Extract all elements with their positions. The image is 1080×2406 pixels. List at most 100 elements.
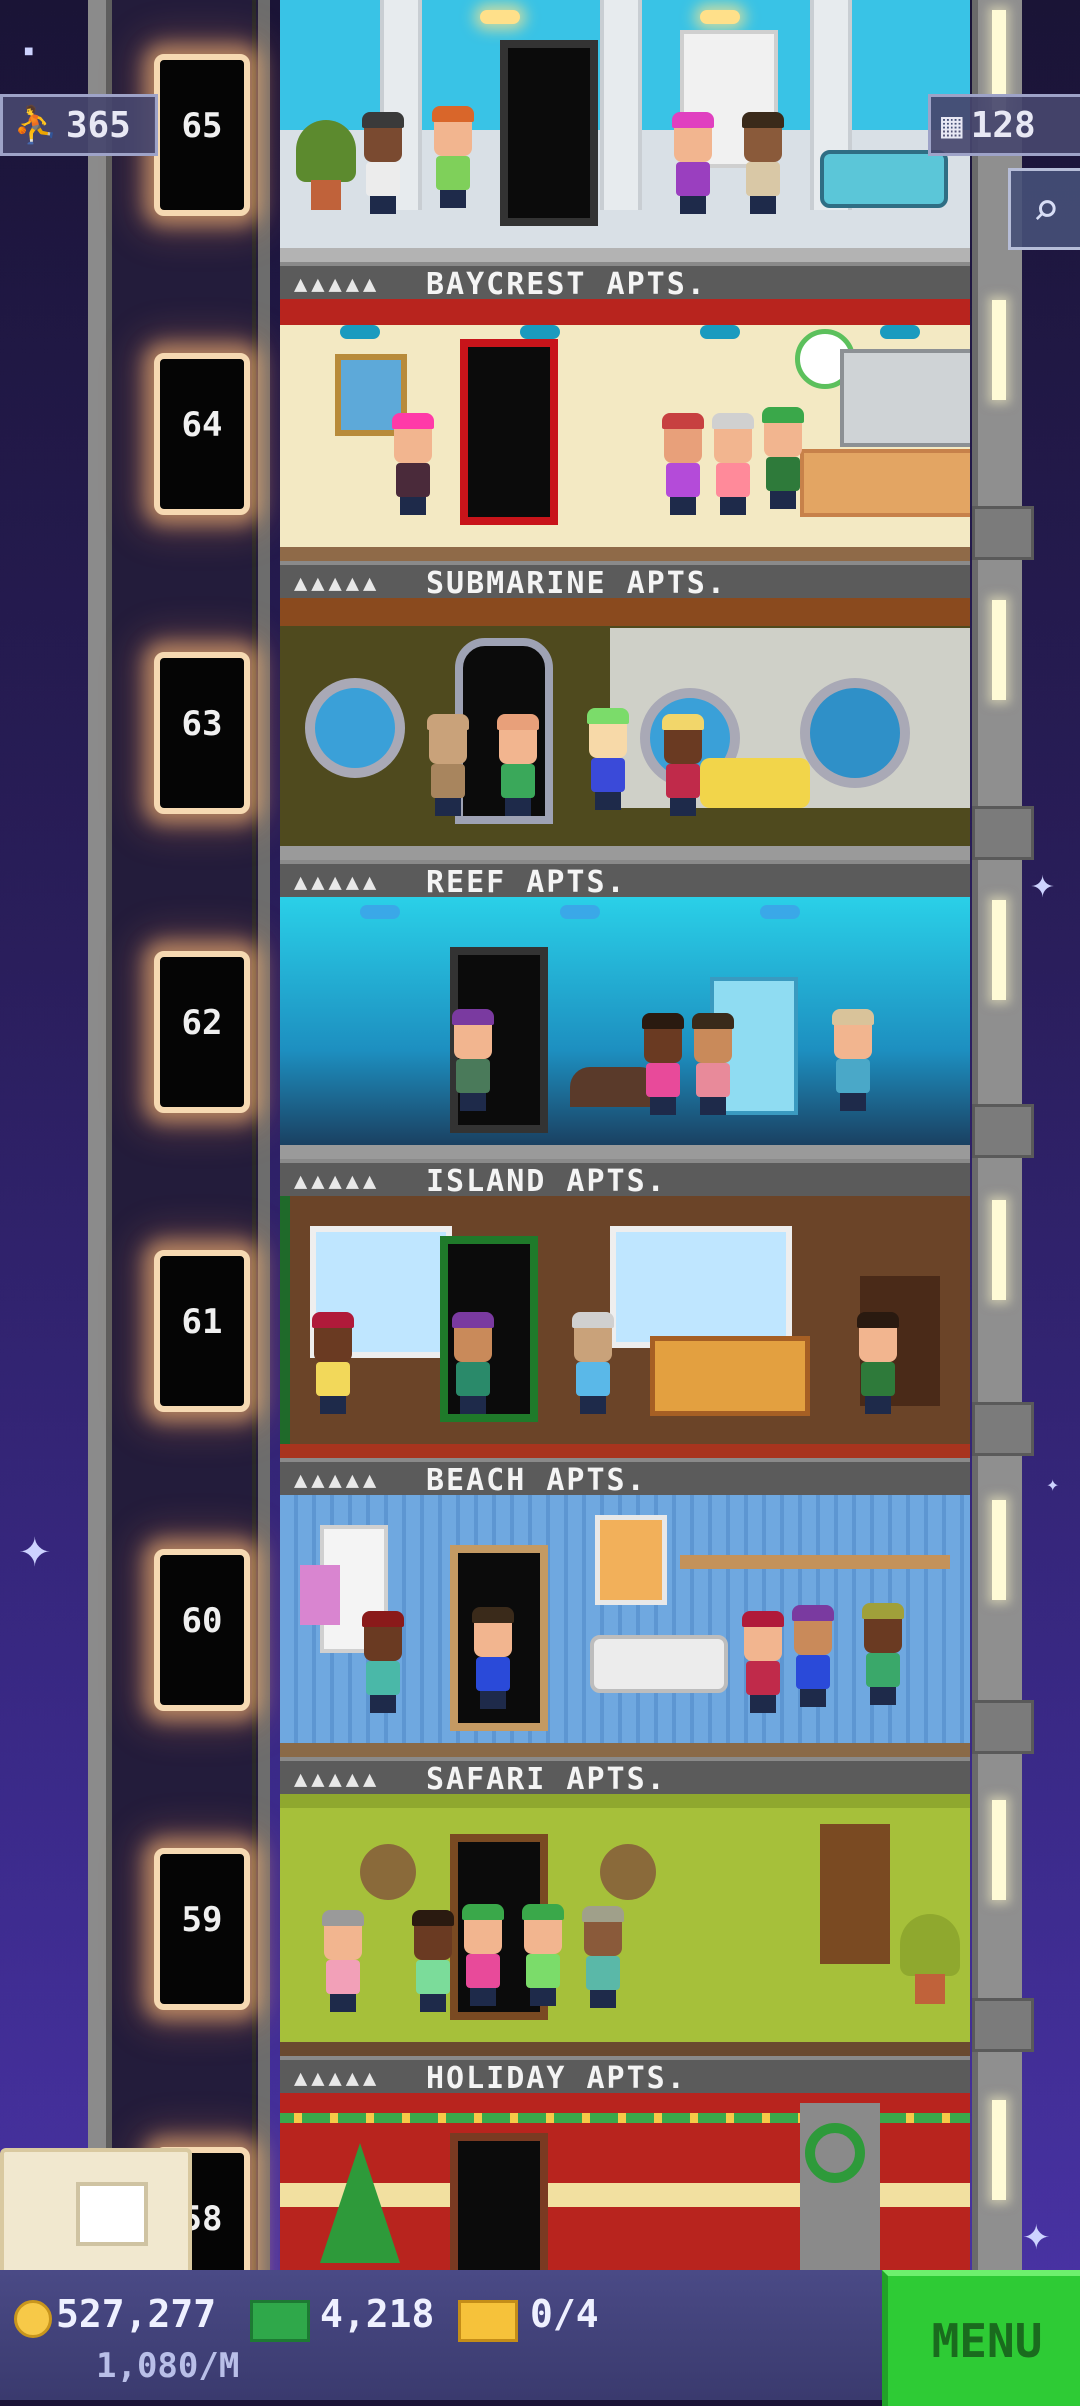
sofa: [590, 1635, 728, 1693]
coin-icon: [14, 2300, 52, 2338]
population-counter[interactable]: ⛹ 365: [0, 94, 158, 156]
floor-sign: ▲▲▲▲▲ BAYCREST APTS.: [280, 262, 970, 303]
wreath: [805, 2123, 865, 2183]
resident-slots-icon: ▲▲▲▲▲: [294, 1767, 381, 1792]
hanging-lamp: [700, 325, 740, 339]
resident[interactable]: [360, 1611, 406, 1713]
ticket-icon: [458, 2300, 518, 2342]
resident[interactable]: [790, 1605, 836, 1707]
floor-61[interactable]: ▲▲▲▲▲ BEACH APTS.: [280, 1196, 970, 1499]
resident[interactable]: [740, 1611, 786, 1713]
rail-light: [992, 900, 1006, 1000]
elevator-stop-64[interactable]: 64: [148, 335, 266, 525]
elevator-stop-59[interactable]: 59: [148, 1830, 266, 2020]
rail-light: [992, 300, 1006, 400]
floor-name: REEF APTS.: [426, 865, 627, 900]
rail-light: [992, 1800, 1006, 1900]
floor-sign: ▲▲▲▲▲ REEF APTS.: [280, 860, 970, 901]
resident[interactable]: [390, 413, 436, 515]
hanging-lamp: [520, 325, 560, 339]
floor-60[interactable]: ▲▲▲▲▲ SAFARI APTS.: [280, 1495, 970, 1798]
resident[interactable]: [740, 112, 786, 214]
wood-beam: [280, 598, 970, 626]
wall-shelf: [680, 1555, 950, 1569]
wall-mask: [360, 1844, 416, 1900]
resident[interactable]: [860, 1603, 906, 1705]
room-interior: [280, 897, 970, 1153]
resident[interactable]: [320, 1910, 366, 2012]
resident[interactable]: [450, 1009, 496, 1111]
elevator-stop-65[interactable]: 65: [148, 36, 266, 226]
resident[interactable]: [430, 106, 476, 208]
column: [600, 0, 642, 210]
resident[interactable]: [670, 112, 716, 214]
ceiling-lamp: [760, 905, 800, 919]
hanging-lamp: [880, 325, 920, 339]
resident[interactable]: [690, 1013, 736, 1115]
resident[interactable]: [460, 1904, 506, 2006]
floor-name: ISLAND APTS.: [426, 1164, 667, 1199]
resident[interactable]: [760, 407, 806, 509]
potted-plant: [900, 1914, 960, 2004]
stash-button[interactable]: [0, 2148, 192, 2278]
elevator-stop-61[interactable]: 61: [148, 1232, 266, 1422]
resident[interactable]: [520, 1904, 566, 2006]
menu-button[interactable]: MENU: [882, 2270, 1080, 2406]
wall-mask: [600, 1844, 656, 1900]
resident[interactable]: [640, 1013, 686, 1115]
resident[interactable]: [410, 1910, 456, 2012]
resident[interactable]: [855, 1312, 901, 1414]
room-interior: [280, 1196, 970, 1452]
star-decoration: ✦: [1022, 2218, 1051, 2258]
building-icon: ▦: [941, 104, 963, 146]
floor-strip: [280, 1145, 970, 1159]
floor-name: SAFARI APTS.: [426, 1762, 667, 1797]
resident[interactable]: [450, 1312, 496, 1414]
floor-counter[interactable]: ▦ 128: [928, 94, 1080, 156]
ceiling-lamp: [360, 905, 400, 919]
elevator-floor-number: 65: [181, 106, 223, 146]
resident[interactable]: [710, 413, 756, 515]
floor-58[interactable]: [280, 2093, 970, 2270]
search-button[interactable]: ⌕: [1008, 168, 1080, 250]
ceiling-lamp: [560, 905, 600, 919]
ceiling-lamp: [480, 10, 520, 24]
rail-light: [992, 600, 1006, 700]
floor-62[interactable]: ▲▲▲▲▲ ISLAND APTS.: [280, 897, 970, 1200]
resident[interactable]: [585, 708, 631, 810]
elevator-stop-60[interactable]: 60: [148, 1531, 266, 1721]
resident[interactable]: [570, 1312, 616, 1414]
elevator-stop-62[interactable]: 62: [148, 933, 266, 1123]
resident[interactable]: [830, 1009, 876, 1111]
rail-ledge: [972, 806, 1034, 860]
floor-63[interactable]: ▲▲▲▲▲ REEF APTS.: [280, 598, 970, 901]
apartment-door: [460, 339, 558, 525]
resident[interactable]: [495, 714, 541, 816]
bux-icon: [250, 2300, 310, 2342]
floor-strip: [280, 2042, 970, 2056]
rail-ledge: [972, 506, 1034, 560]
hanging-lamp: [340, 325, 380, 339]
resident[interactable]: [580, 1906, 626, 2008]
rail-ledge: [972, 1104, 1034, 1158]
porthole-window: [305, 678, 405, 778]
elevator-stop-63[interactable]: 63: [148, 634, 266, 824]
floor-64[interactable]: ▲▲▲▲▲ SUBMARINE APTS.: [280, 299, 970, 602]
resident-slots-icon: ▲▲▲▲▲: [294, 1468, 381, 1493]
floor-59[interactable]: ▲▲▲▲▲ HOLIDAY APTS.: [280, 1794, 970, 2097]
floor-sign: ▲▲▲▲▲ ISLAND APTS.: [280, 1159, 970, 1200]
lamp-shade: [300, 1565, 340, 1625]
star-decoration: ✦: [1030, 870, 1056, 905]
resident-slots-icon: ▲▲▲▲▲: [294, 1169, 381, 1194]
resident[interactable]: [470, 1607, 516, 1709]
person-icon: ⛹: [13, 105, 58, 146]
resident[interactable]: [360, 112, 406, 214]
resident[interactable]: [660, 413, 706, 515]
resident[interactable]: [660, 714, 706, 816]
resident[interactable]: [425, 714, 471, 816]
resident[interactable]: [310, 1312, 356, 1414]
red-trim: [280, 299, 970, 325]
elevator-floor-number: 64: [181, 405, 223, 445]
elevator-floor-number: 59: [181, 1900, 223, 1940]
floor-65[interactable]: ▲▲▲▲▲ BAYCREST APTS.: [280, 0, 970, 303]
